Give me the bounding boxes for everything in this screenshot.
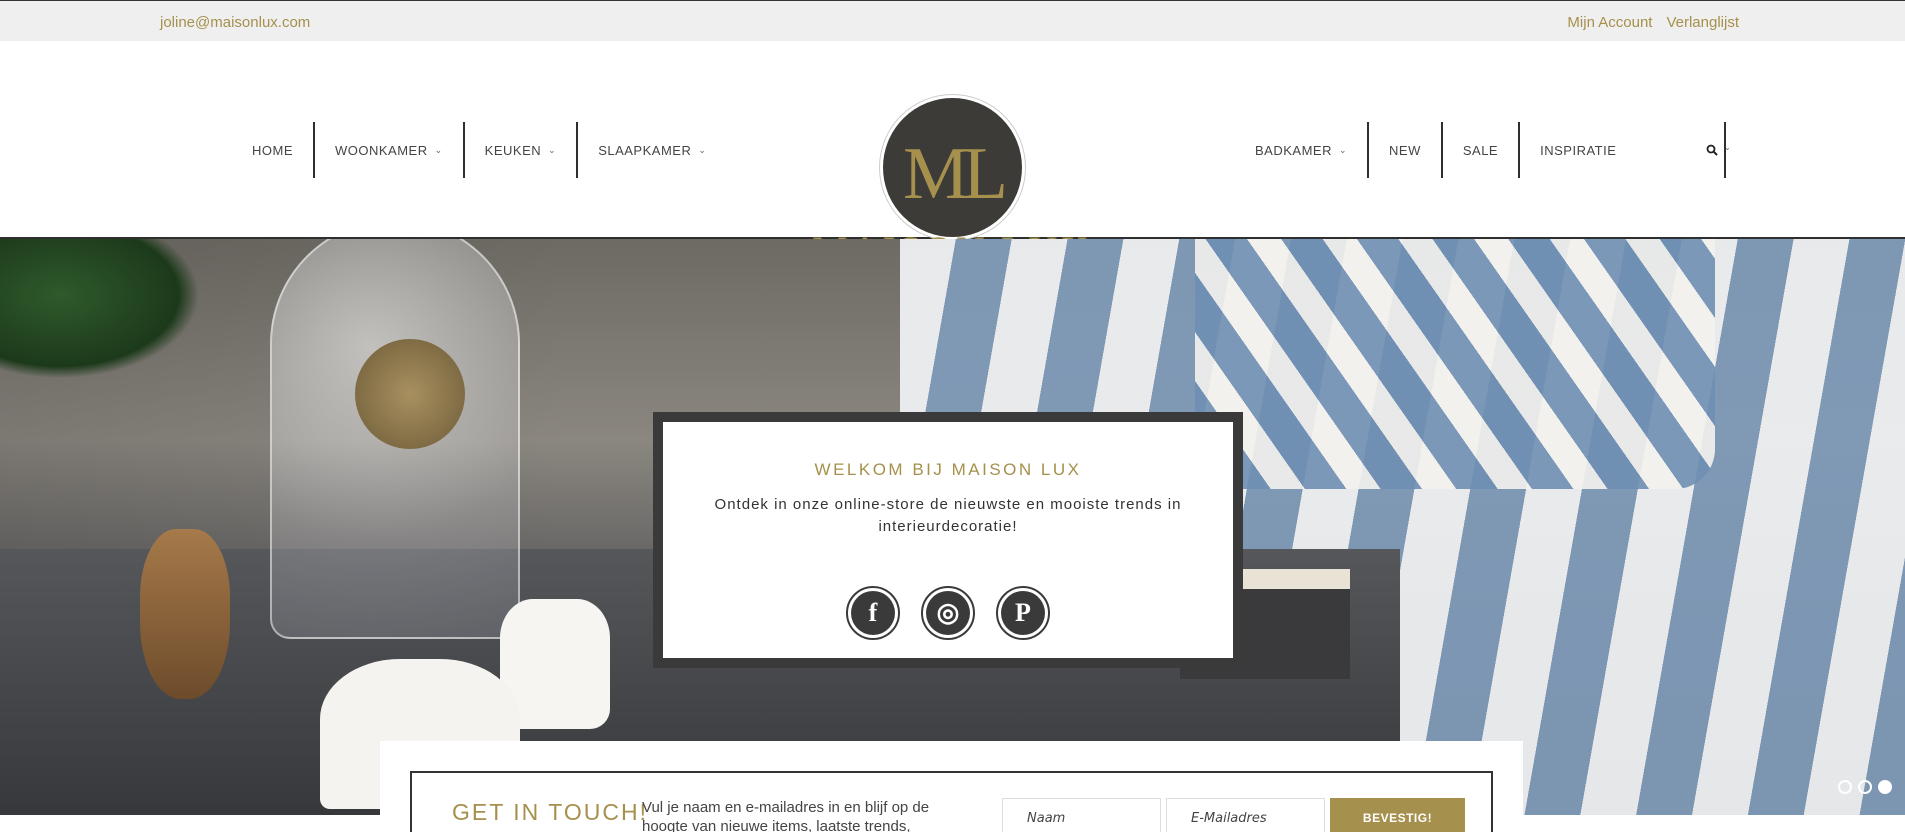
nav-item-new[interactable]: NEW [1369,122,1443,178]
welcome-title: WELKOM BIJ MAISON LUX [814,460,1082,479]
nav-item-sale[interactable]: SALE [1443,122,1521,178]
chevron-down-icon: ⌄ [548,144,557,155]
chevron-down-icon: ⌄ [698,144,707,155]
nav-item-slaapkamer[interactable]: SLAAPKAMER ⌄ [578,122,726,178]
hero-image-cushion [1195,239,1715,489]
welcome-text: Ontdek in onze online-store de nieuwste … [714,496,1182,535]
nav-item-label: HOME [252,142,293,158]
logo-circle: ML [880,95,1025,240]
nav-item-label: KEUKEN [484,142,542,158]
contact-email-link[interactable]: joline@maisonlux.com [160,14,310,31]
nav-item-keuken[interactable]: KEUKEN ⌄ [465,122,579,178]
wishlist-link[interactable]: Verlanglijst [1666,14,1739,31]
chevron-down-icon: ⌄ [434,144,443,155]
facebook-icon: f [851,591,895,635]
facebook-link[interactable]: f [846,586,900,640]
nav-item-woonkamer[interactable]: WOONKAMER ⌄ [315,122,465,178]
site-header: HOME WOONKAMER⌄ KEUKEN⌄ SLAAPKAMER⌄ ML M… [0,41,1905,273]
chevron-down-icon: ⌄ [1338,144,1348,155]
newsletter-section: GET IN TOUCH! Vul je naam en e-mailadres… [380,741,1523,832]
newsletter-title: GET IN TOUCH! [452,799,648,825]
nav-item-label: NEW [1389,142,1421,158]
nav-item-inspiratie[interactable]: INSPIRATIE [1520,122,1727,178]
logo-monogram: ML [903,133,1008,215]
nav-item-label: SLAAPKAMER [598,142,692,158]
instagram-icon: ◎ [926,591,970,635]
pinterest-link[interactable]: P [996,586,1050,640]
hero-image-plant [0,239,200,379]
newsletter-description: Vul je naam en e-mailadres in en blijf o… [642,799,930,832]
social-links: f ◎ P [663,586,1233,640]
my-account-link[interactable]: Mijn Account [1567,14,1652,31]
submit-button[interactable]: BEVESTIG! [1330,798,1465,832]
nav-item-home[interactable]: HOME [232,122,315,178]
hero-image-bell [140,529,230,699]
main-nav-left: HOME WOONKAMER ⌄ KEUKEN ⌄ SLAAPKAMER ⌄ [232,122,726,178]
chevron-down-icon: ⌄ [1724,142,1731,152]
top-bar: joline@maisonlux.com Mijn Account Verlan… [0,0,1905,41]
slider-dot-1[interactable] [1838,780,1852,794]
nav-item-label: SALE [1462,142,1499,158]
search-icon [1706,144,1718,156]
pinterest-icon: P [1001,591,1045,635]
slider-pagination [1838,780,1892,794]
nav-item-label: INSPIRATIE [1540,142,1617,158]
name-input[interactable]: Naam [1002,798,1161,832]
nav-item-label: BADKAMER [1255,142,1332,158]
slider-dot-3[interactable] [1878,780,1892,794]
slider-dot-2[interactable] [1858,780,1872,794]
welcome-box: WELKOM BIJ MAISON LUX Ontdek in onze onl… [653,412,1243,668]
main-nav-right: BADKAMER ⌄ NEW SALE INSPIRATIE [1235,122,1727,178]
welcome-box-inner: WELKOM BIJ MAISON LUX Ontdek in onze onl… [663,422,1233,658]
nav-item-label: WOONKAMER [335,142,428,158]
search-button[interactable]: ⌄ [1706,122,1731,178]
account-links: Mijn Account Verlanglijst [1567,14,1739,31]
instagram-link[interactable]: ◎ [921,586,975,640]
email-input[interactable]: E-Mailadres [1166,798,1325,832]
nav-item-badkamer[interactable]: BADKAMER ⌄ [1235,122,1370,178]
hero-image-clock [355,339,465,449]
